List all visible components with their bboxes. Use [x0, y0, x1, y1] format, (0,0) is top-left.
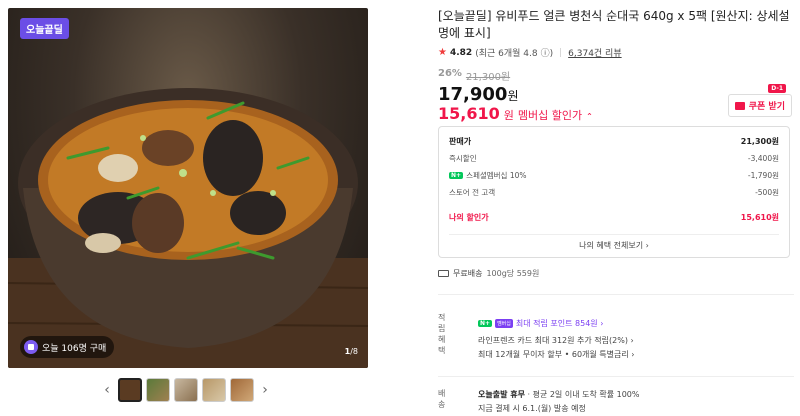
breakdown-value: -3,400원 [747, 154, 779, 163]
my-discount-value: 15,610원 [740, 213, 779, 222]
benefit-row: 혜택 라인프렌즈 카드 최대 312원 추가 적립(2%) › 최대 12개월 … [438, 334, 634, 362]
chevron-left-icon[interactable]: ‹ [100, 382, 114, 398]
member-price-label: 멤버십 할인가 [517, 109, 583, 122]
points-key: 적립 [438, 313, 446, 333]
my-discount-label: 나의 할인가 [449, 213, 489, 222]
thumbnail-strip: ‹ › [100, 378, 272, 402]
delivery-status: 오늘출발 휴무 [478, 390, 525, 399]
thumbnail-1[interactable] [118, 378, 142, 402]
breakdown-row: 판매가 21,300원 [449, 133, 779, 150]
delivery-key: 배송 [438, 389, 446, 409]
price-breakdown: 판매가 21,300원 즉시할인 -3,400원 N+ 스페셜멤버십 10% -1… [438, 126, 790, 258]
benefit-key: 혜택 [438, 335, 446, 355]
review-count-link[interactable]: 6,374건 리뷰 [568, 46, 621, 59]
naver-plus-badge: N+ [478, 319, 493, 327]
breakdown-label: 즉시할인 [449, 154, 477, 163]
member-price-unit: 원 [503, 109, 514, 122]
view-all-benefits-link[interactable]: 나의 혜택 전체보기 › [439, 240, 789, 251]
star-icon: ★ [438, 47, 447, 58]
breakdown-value: -1,790원 [747, 171, 779, 180]
rating-row: ★ 4.82 (최근 6개월 4.8 ⓘ) | 6,374건 리뷰 [438, 46, 622, 59]
buyers-count-badge: 오늘 106명 구매 [20, 336, 115, 358]
total-pages: /8 [350, 347, 358, 356]
breakdown-label: 스토어 전 고객 [449, 188, 496, 197]
shipping-label: 무료배송 [453, 269, 483, 278]
member-price-value: 15,610 [438, 104, 500, 123]
coupon-icon [734, 101, 745, 110]
thumbnail-2[interactable] [146, 378, 170, 402]
coupon-button[interactable]: 쿠폰 받기 [727, 94, 792, 117]
coupon-dday-badge: D-1 [768, 84, 786, 93]
delivery-row: 배송 오늘출발 휴무 · 평균 2일 이내 도착 확률 100% 지금 결제 시… [438, 388, 640, 416]
discount-percent: 26% [438, 68, 462, 79]
chevron-up-icon: ⌃ [586, 112, 593, 121]
breakdown-row: 스토어 전 고객 -500원 [449, 184, 779, 201]
product-title: [오늘끝딜] 유비푸드 얼큰 병천식 순대국 640g x 5팩 [원산지: 상… [438, 9, 790, 40]
product-image[interactable]: 오늘끝딜 오늘 106명 구매 1/8 [8, 8, 368, 368]
breakdown-row: 즉시할인 -3,400원 [449, 150, 779, 167]
delivery-schedule: 지금 결제 시 6.1.(월) 발송 예정 [478, 404, 586, 413]
divider: | [559, 47, 563, 58]
points-text: 최대 적립 포인트 854원 › [515, 318, 604, 328]
thumbnail-3[interactable] [174, 378, 198, 402]
installment-link[interactable]: 최대 12개월 무이자 할부 • 60개월 특별금리 › [478, 348, 634, 362]
card-benefit-link[interactable]: 라인프렌즈 카드 최대 312원 추가 적립(2%) › [478, 334, 634, 348]
sale-price-value: 17,900 [438, 84, 508, 105]
discount-row: 26% 21,300원 [438, 68, 510, 83]
unit-price: 100g당 559원 [486, 269, 540, 278]
divider [449, 234, 779, 235]
original-price: 21,300원 [465, 72, 511, 83]
breakdown-row: N+ 스페셜멤버십 10% -1,790원 [449, 167, 779, 184]
breakdown-value: 21,300원 [740, 137, 779, 146]
thumbnail-4[interactable] [202, 378, 226, 402]
stew-illustration [8, 88, 368, 368]
divider [438, 294, 794, 295]
thumbnail-5[interactable] [230, 378, 254, 402]
image-pager: 1/8 [345, 347, 358, 356]
breakdown-value: -500원 [755, 188, 779, 197]
membership-badge: 멤버십 [495, 318, 513, 328]
breakdown-label: 판매가 [449, 137, 472, 146]
my-discount-row: 나의 할인가 15,610원 [449, 209, 779, 226]
divider [438, 376, 794, 377]
rating-note: (최근 6개월 4.8 [475, 49, 538, 59]
sale-price-unit: 원 [507, 89, 519, 103]
breakdown-label: 스페셜멤버십 10% [466, 171, 527, 180]
bag-icon [24, 340, 38, 354]
buyers-count-text: 오늘 106명 구매 [42, 343, 107, 354]
truck-icon [438, 270, 449, 277]
today-deal-badge: 오늘끝딜 [20, 18, 69, 39]
rating-score: 4.82 [449, 47, 473, 58]
info-icon[interactable]: ⓘ) [541, 46, 554, 59]
naver-plus-badge: N+ [449, 172, 464, 179]
shipping-row: 무료배송 100g당 559원 [438, 268, 539, 279]
points-link[interactable]: N+ 멤버십 최대 적립 포인트 854원 › [478, 312, 603, 334]
member-price[interactable]: 15,610 원 멤버십 할인가 ⌃ [438, 104, 593, 123]
delivery-probability: · 평균 2일 이내 도착 확률 100% [524, 390, 640, 399]
points-row: 적립 N+ 멤버십 최대 적립 포인트 854원 › [438, 312, 603, 334]
sale-price: 17,900원 [438, 84, 519, 105]
coupon-label: 쿠폰 받기 [748, 102, 785, 112]
chevron-right-icon[interactable]: › [258, 382, 272, 398]
